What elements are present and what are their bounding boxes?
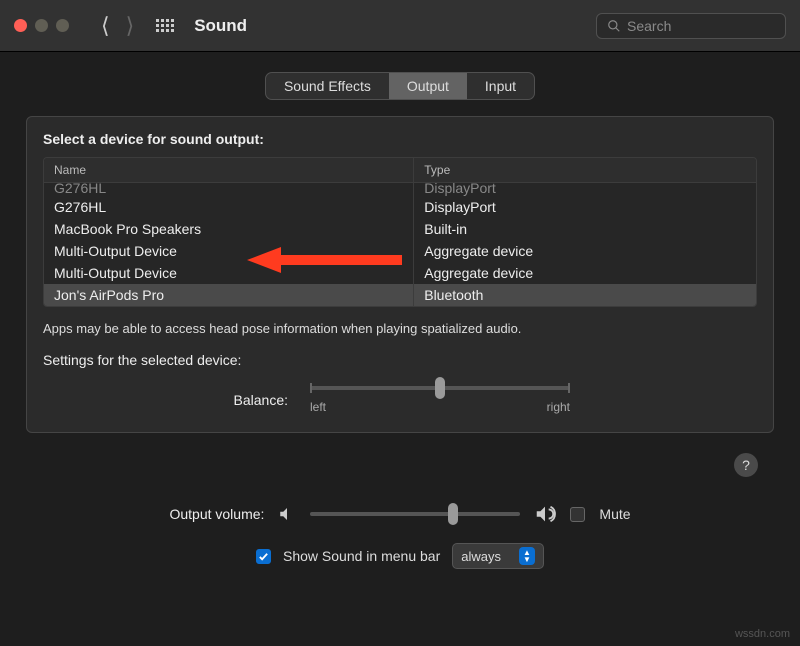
titlebar: ⟨ ⟩ Sound Search [0, 0, 800, 52]
watermark: wssdn.com [735, 628, 790, 640]
volume-low-icon [278, 505, 296, 523]
show-in-menubar-checkbox[interactable] [256, 549, 271, 564]
balance-slider[interactable]: left right [310, 386, 570, 414]
spatial-audio-note: Apps may be able to access head pose inf… [43, 321, 757, 336]
volume-high-icon [534, 503, 556, 525]
output-volume-row: Output volume: Mute [26, 503, 774, 525]
volume-thumb[interactable] [448, 503, 458, 525]
forward-button[interactable]: ⟩ [118, 13, 143, 39]
select-stepper-icon: ▲▼ [519, 547, 535, 565]
annotation-arrow-icon [247, 245, 407, 275]
menubar-frequency-select[interactable]: always ▲▼ [452, 543, 544, 569]
zoom-window-button[interactable] [56, 19, 69, 32]
column-name[interactable]: Name [44, 158, 414, 182]
column-type[interactable]: Type [414, 158, 756, 182]
mute-label: Mute [599, 506, 630, 522]
window-title: Sound [194, 16, 247, 36]
search-placeholder: Search [627, 18, 671, 34]
mute-checkbox[interactable] [570, 507, 585, 522]
show-in-menubar-label: Show Sound in menu bar [283, 548, 440, 564]
device-table: Name Type G276HL DisplayPort G276HL Disp… [43, 157, 757, 307]
tab-bar: Sound Effects Output Input [26, 72, 774, 100]
help-button[interactable]: ? [734, 453, 758, 477]
output-volume-slider[interactable] [310, 512, 520, 516]
table-header: Name Type [44, 158, 756, 183]
table-row[interactable]: Jon's AirPods Pro Bluetooth [44, 284, 756, 306]
search-icon [607, 19, 621, 33]
close-window-button[interactable] [14, 19, 27, 32]
balance-thumb[interactable] [435, 377, 445, 399]
balance-row: Balance: left right [43, 386, 757, 414]
tab-output[interactable]: Output [389, 73, 467, 99]
show-all-icon[interactable] [156, 19, 174, 32]
table-row[interactable]: G276HL DisplayPort [44, 183, 756, 196]
tab-input[interactable]: Input [467, 73, 534, 99]
tab-sound-effects[interactable]: Sound Effects [266, 73, 389, 99]
back-button[interactable]: ⟨ [93, 13, 118, 39]
minimize-window-button[interactable] [35, 19, 48, 32]
table-row[interactable]: G276HL DisplayPort [44, 196, 756, 218]
output-panel: Select a device for sound output: Name T… [26, 116, 774, 433]
balance-left-label: left [310, 400, 326, 414]
menubar-row: Show Sound in menu bar always ▲▼ [26, 543, 774, 569]
output-volume-label: Output volume: [169, 506, 264, 522]
balance-right-label: right [547, 400, 570, 414]
settings-heading: Settings for the selected device: [43, 352, 757, 368]
search-field[interactable]: Search [596, 13, 786, 39]
table-row[interactable]: MacBook Pro Speakers Built-in [44, 218, 756, 240]
balance-label: Balance: [88, 392, 288, 408]
select-value: always [461, 549, 501, 564]
output-instruction: Select a device for sound output: [43, 131, 757, 147]
window-controls [14, 19, 69, 32]
